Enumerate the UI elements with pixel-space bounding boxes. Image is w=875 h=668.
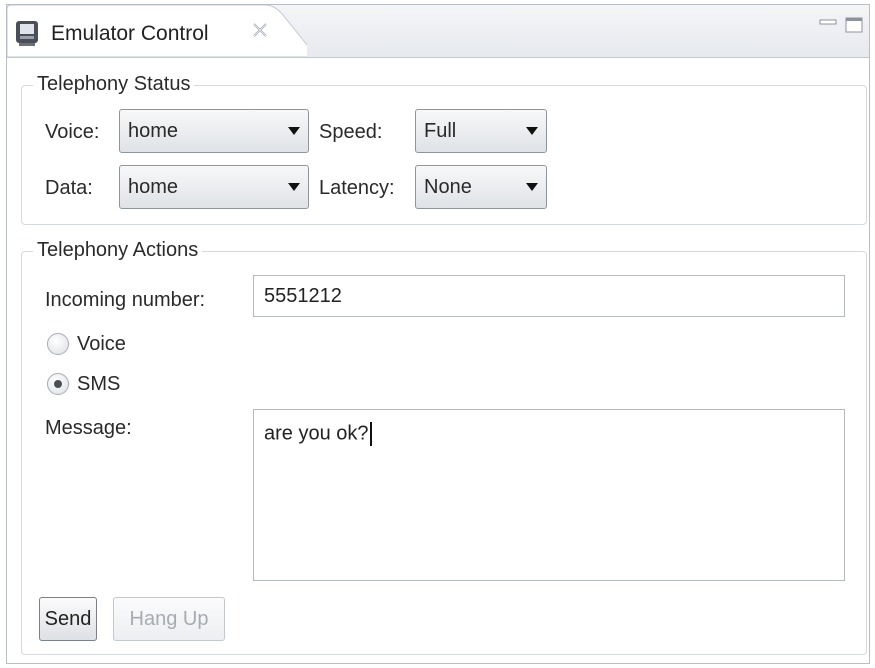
voice-select-value: home bbox=[128, 120, 179, 142]
close-icon[interactable] bbox=[251, 21, 269, 39]
chevron-down-icon bbox=[288, 183, 300, 191]
voice-select[interactable]: home bbox=[119, 109, 309, 153]
telephony-actions-title: Telephony Actions bbox=[33, 239, 203, 262]
maximize-icon[interactable] bbox=[845, 17, 863, 33]
tab-title: Emulator Control bbox=[51, 22, 209, 45]
message-textarea[interactable]: are you ok? bbox=[253, 409, 845, 581]
emulator-control-view: Emulator Control Telephony Status Voice:… bbox=[6, 4, 870, 664]
send-button[interactable]: Send bbox=[39, 597, 97, 641]
minimize-icon[interactable] bbox=[819, 17, 837, 33]
hang-up-button[interactable]: Hang Up bbox=[113, 597, 225, 641]
incoming-number-label: Incoming number: bbox=[45, 289, 206, 311]
data-select[interactable]: home bbox=[119, 165, 309, 209]
view-tab-bar: Emulator Control bbox=[7, 5, 869, 58]
message-text: are you ok? bbox=[264, 422, 369, 445]
tab-emulator-control[interactable]: Emulator Control bbox=[7, 5, 307, 58]
speed-select-value: Full bbox=[424, 120, 457, 142]
chevron-down-icon bbox=[526, 127, 538, 135]
voice-radio-label: Voice bbox=[77, 333, 126, 355]
telephony-status-title: Telephony Status bbox=[33, 73, 195, 96]
text-caret bbox=[369, 422, 372, 446]
voice-radio[interactable] bbox=[47, 333, 69, 355]
latency-select[interactable]: None bbox=[415, 165, 547, 209]
latency-label: Latency: bbox=[319, 177, 395, 199]
data-select-value: home bbox=[128, 176, 179, 198]
voice-label: Voice: bbox=[45, 121, 100, 143]
data-label: Data: bbox=[45, 177, 93, 199]
message-label: Message: bbox=[45, 417, 132, 439]
speed-select[interactable]: Full bbox=[415, 109, 547, 153]
chevron-down-icon bbox=[526, 183, 538, 191]
emulator-icon bbox=[13, 19, 41, 47]
speed-label: Speed: bbox=[319, 121, 383, 143]
latency-select-value: None bbox=[424, 176, 472, 198]
sms-radio-label: SMS bbox=[77, 373, 121, 395]
incoming-number-input[interactable] bbox=[253, 275, 845, 317]
sms-radio[interactable] bbox=[47, 373, 69, 395]
chevron-down-icon bbox=[288, 127, 300, 135]
